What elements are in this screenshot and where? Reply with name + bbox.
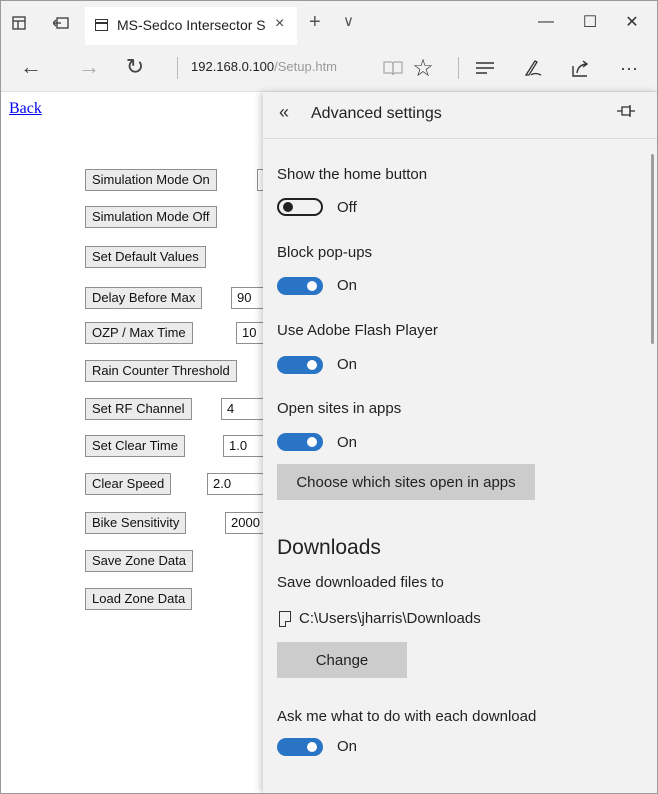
tab-manager-icon[interactable]	[11, 15, 27, 31]
close-window-button[interactable]: ✕	[617, 10, 647, 34]
settings-back-icon[interactable]: «	[279, 102, 289, 123]
favorite-star-icon[interactable]: ☆	[409, 54, 437, 82]
pin-icon[interactable]	[617, 104, 635, 120]
address-host: 192.168.0.100	[191, 59, 275, 74]
maximize-button[interactable]: ☐	[575, 10, 605, 34]
toolbar-separator	[458, 57, 459, 79]
address-separator	[177, 57, 178, 79]
title-bar: MS-Sedco Intersector S × + ∨ — ☐ ✕	[1, 1, 657, 45]
flash-label: Use Adobe Flash Player	[277, 322, 438, 339]
close-tab-icon[interactable]: ×	[275, 15, 284, 33]
more-icon[interactable]: ···	[615, 54, 643, 82]
forward-icon[interactable]: →	[75, 53, 103, 81]
ask-download-toggle[interactable]	[277, 738, 323, 756]
simulation-mode-off-button[interactable]: Simulation Mode Off	[85, 206, 217, 228]
ask-download-label: Ask me what to do with each download	[277, 708, 537, 725]
tab-list-icon[interactable]: ∨	[343, 10, 354, 34]
web-note-icon[interactable]	[519, 54, 547, 82]
load-zone-data-button[interactable]: Load Zone Data	[85, 588, 193, 610]
panel-scrollbar[interactable]	[651, 154, 654, 344]
set-rf-channel-button[interactable]: Set RF Channel	[85, 398, 192, 420]
set-clear-time-button[interactable]: Set Clear Time	[85, 435, 185, 457]
share-icon[interactable]	[567, 54, 595, 82]
delay-before-max-button[interactable]: Delay Before Max	[85, 287, 203, 309]
address-path: /Setup.htm	[274, 59, 338, 74]
open-apps-label: Open sites in apps	[277, 400, 402, 417]
hub-icon[interactable]	[471, 54, 499, 82]
downloads-heading: Downloads	[277, 536, 381, 559]
home-button-toggle[interactable]	[277, 198, 323, 216]
popups-label: Block pop-ups	[277, 244, 373, 261]
popups-state: On	[337, 277, 358, 294]
choose-sites-button[interactable]: Choose which sites open in apps	[277, 464, 535, 500]
save-zone-data-button[interactable]: Save Zone Data	[85, 550, 193, 572]
folder-icon	[279, 611, 291, 627]
save-to-label: Save downloaded files to	[277, 574, 444, 591]
flash-toggle[interactable]	[277, 356, 323, 374]
rain-counter-threshold-button[interactable]: Rain Counter Threshold	[85, 360, 237, 382]
toggle-knob	[307, 360, 317, 370]
active-tab[interactable]: MS-Sedco Intersector S ×	[85, 7, 297, 45]
clear-speed-button[interactable]: Clear Speed	[85, 473, 172, 495]
panel-title: Advanced settings	[311, 105, 442, 122]
page-icon	[95, 19, 108, 31]
back-link[interactable]: Back	[9, 100, 42, 118]
new-tab-icon[interactable]: +	[309, 10, 321, 34]
open-apps-toggle[interactable]	[277, 433, 323, 451]
advanced-settings-panel: « Advanced settings Show the home button…	[263, 92, 657, 793]
download-path: C:\Users\jharris\Downloads	[299, 610, 481, 627]
refresh-icon[interactable]: ↻	[121, 53, 149, 81]
home-button-label: Show the home button	[277, 166, 428, 183]
popups-toggle[interactable]	[277, 277, 323, 295]
flash-state: On	[337, 356, 358, 373]
ozp-max-time-button[interactable]: OZP / Max Time	[85, 322, 193, 344]
simulation-mode-on-button[interactable]: Simulation Mode On	[85, 169, 217, 191]
address-bar[interactable]: 192.168.0.100/Setup.htm	[191, 59, 337, 74]
set-default-values-button[interactable]: Set Default Values	[85, 246, 206, 268]
toggle-knob	[307, 742, 317, 752]
nav-bar: ← → ↻ 192.168.0.100/Setup.htm ☆ ···	[1, 45, 657, 92]
reading-view-icon[interactable]	[379, 54, 407, 82]
home-button-state: Off	[337, 199, 357, 216]
clear-speed-input[interactable]: 2.0	[207, 473, 267, 495]
open-apps-state: On	[337, 434, 358, 451]
set-aside-tabs-icon[interactable]	[53, 15, 69, 31]
change-button[interactable]: Change	[277, 642, 407, 678]
minimize-button[interactable]: —	[531, 10, 561, 34]
browser-window: MS-Sedco Intersector S × + ∨ — ☐ ✕ ← → ↻…	[0, 0, 658, 794]
tab-title: MS-Sedco Intersector S	[117, 17, 266, 33]
ask-download-state: On	[337, 738, 358, 755]
toggle-knob	[283, 202, 293, 212]
back-icon[interactable]: ←	[17, 53, 45, 81]
page-content: Back Simulation Mode On Simulation Mode …	[1, 92, 296, 793]
toggle-knob	[307, 437, 317, 447]
toggle-knob	[307, 281, 317, 291]
bike-sensitivity-button[interactable]: Bike Sensitivity	[85, 512, 187, 534]
panel-header: « Advanced settings	[263, 92, 657, 139]
